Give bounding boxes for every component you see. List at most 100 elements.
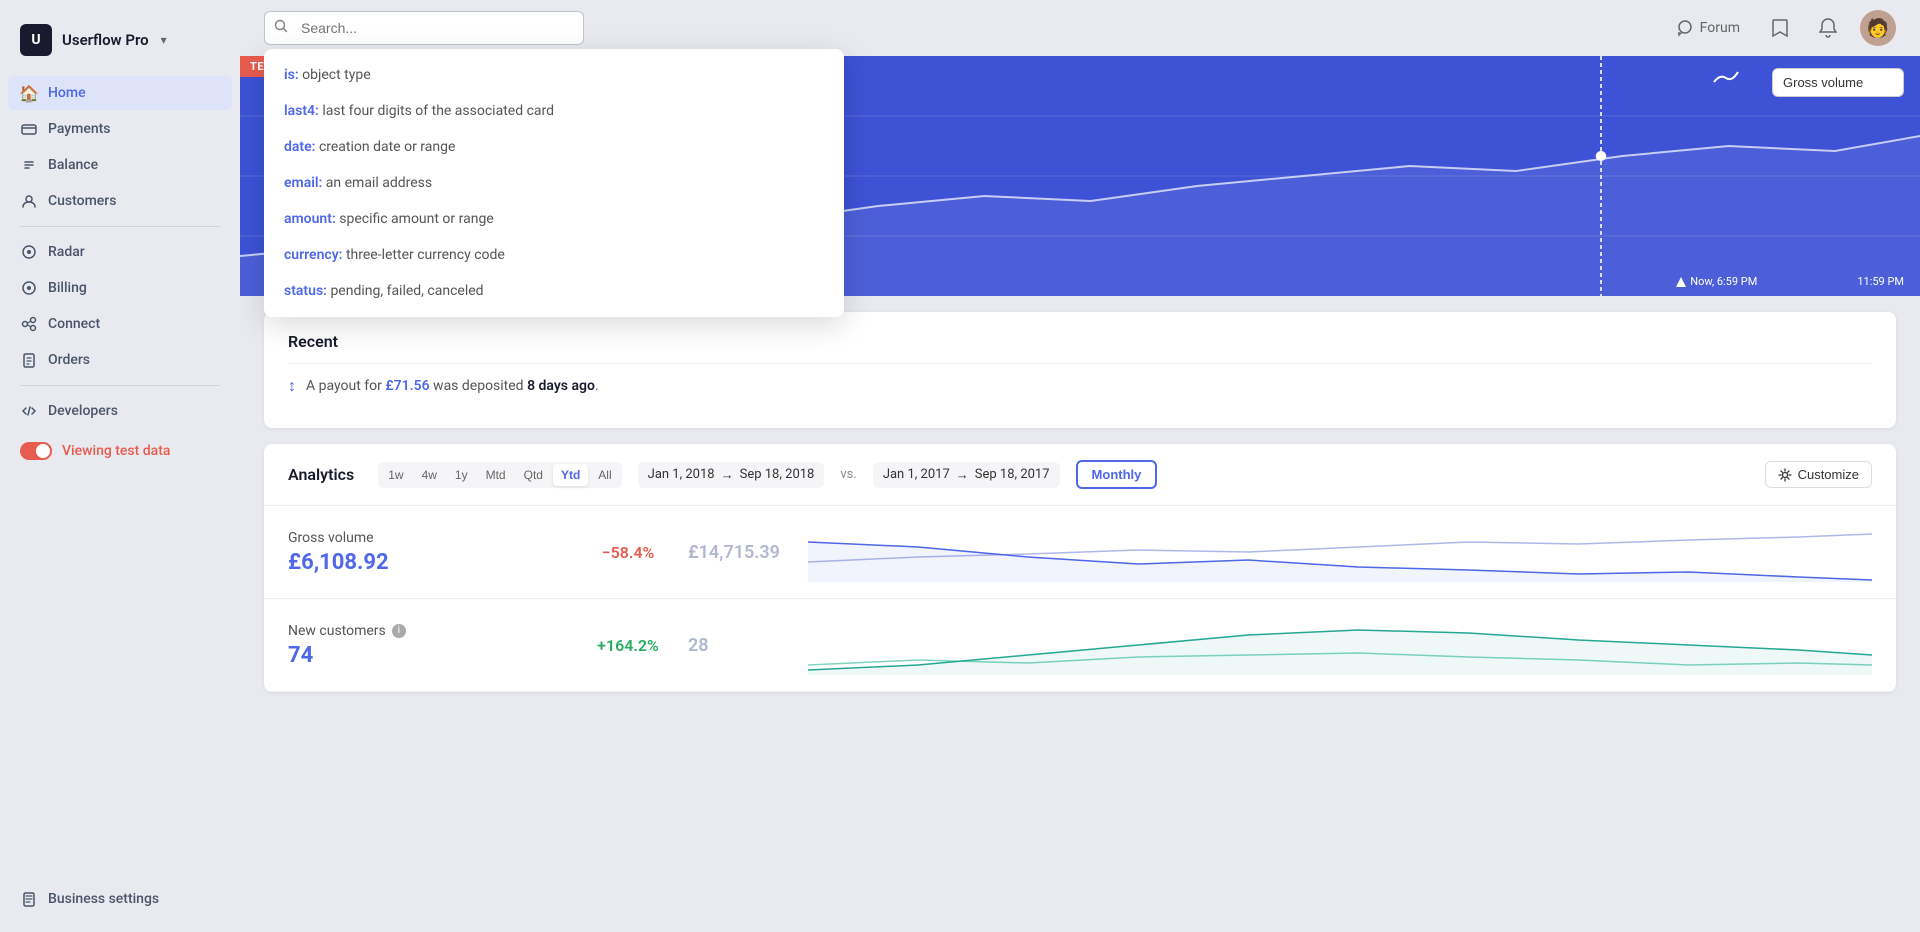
recent-item: ↕ A payout for £71.56 was deposited 8 da… — [288, 363, 1872, 408]
viewing-test-label: Viewing test data — [62, 443, 170, 459]
payout-amount[interactable]: £71.56 — [385, 378, 429, 394]
sidebar-item-label: Home — [48, 85, 86, 101]
gross-volume-select[interactable]: Gross volume Net volume New customers — [1772, 68, 1904, 97]
dropdown-item-date[interactable]: date: creation date or range — [264, 129, 844, 165]
dropdown-item-is[interactable]: is: object type — [264, 57, 844, 93]
forum-icon — [1676, 19, 1694, 37]
main-content: is: object type last4: last four digits … — [240, 0, 1920, 932]
metric-value-gross: £6,108.92 — [288, 550, 568, 575]
forum-button[interactable]: Forum — [1668, 15, 1748, 41]
sidebar-item-radar[interactable]: Radar — [8, 235, 232, 269]
metric-info-customers: New customers i 74 — [288, 623, 568, 668]
end-time-label: 11:59 PM — [1857, 275, 1904, 288]
tab-1y[interactable]: 1y — [447, 464, 476, 486]
nav-divider-1 — [20, 226, 220, 227]
forum-label: Forum — [1700, 20, 1740, 36]
metric-change-customers: +164.2% — [568, 636, 688, 655]
sidebar-item-label: Developers — [48, 403, 118, 419]
sidebar: U Userflow Pro ▾ 🏠 Home Payments Balance… — [0, 0, 240, 932]
customize-button[interactable]: Customize — [1765, 461, 1872, 488]
sidebar-item-billing[interactable]: Billing — [8, 271, 232, 305]
sidebar-item-label: Business settings — [48, 891, 159, 907]
sidebar-item-home[interactable]: 🏠 Home — [8, 76, 232, 110]
sidebar-item-balance[interactable]: Balance — [8, 148, 232, 182]
sidebar-item-connect[interactable]: Connect — [8, 307, 232, 341]
dropdown-item-last4[interactable]: last4: last four digits of the associate… — [264, 93, 844, 129]
arrow-icon: → — [956, 467, 969, 483]
test-data-toggle[interactable] — [20, 442, 52, 460]
recent-section: Recent ↕ A payout for £71.56 was deposit… — [264, 312, 1896, 428]
info-icon[interactable]: i — [392, 624, 406, 638]
tab-ytd[interactable]: Ytd — [553, 464, 588, 486]
date-to: Sep 18, 2018 — [740, 467, 815, 482]
metric-comparison-gross: £14,715.39 — [688, 542, 808, 563]
payout-icon: ↕ — [288, 376, 296, 396]
avatar[interactable]: 🧑 — [1860, 10, 1896, 46]
home-icon: 🏠 — [20, 84, 38, 102]
metric-name-gross: Gross volume — [288, 530, 568, 546]
period-tabs: 1w 4w 1y Mtd Qtd Ytd All — [378, 462, 621, 488]
customers-icon — [20, 192, 38, 210]
sidebar-logo[interactable]: U Userflow Pro ▾ — [0, 16, 240, 76]
sidebar-item-label: Radar — [48, 244, 85, 260]
metric-row-gross-volume: Gross volume £6,108.92 −58.4% £14,715.39 — [264, 506, 1896, 599]
sidebar-item-label: Billing — [48, 280, 87, 296]
bookmark-icon[interactable] — [1764, 12, 1796, 44]
gear-icon — [1778, 468, 1792, 482]
dropdown-item-currency[interactable]: currency: three-letter currency code — [264, 237, 844, 273]
billing-icon — [20, 279, 38, 297]
customize-label: Customize — [1798, 467, 1859, 482]
logo-icon: U — [20, 24, 52, 56]
sidebar-item-developers[interactable]: Developers — [8, 394, 232, 428]
sidebar-item-label: Payments — [48, 121, 111, 137]
dropdown-item-email[interactable]: email: an email address — [264, 165, 844, 201]
sidebar-item-business-settings[interactable]: Business settings — [8, 882, 232, 916]
current-time-marker: Now, 6:59 PM — [1676, 275, 1757, 288]
topbar-right: Forum 🧑 — [1668, 10, 1896, 46]
radar-icon — [20, 243, 38, 261]
tab-4w[interactable]: 4w — [414, 464, 445, 486]
orders-icon — [20, 351, 38, 369]
sidebar-nav-secondary: Radar Billing Connect Orders — [0, 235, 240, 377]
developers-icon — [20, 402, 38, 420]
date-range-current[interactable]: Jan 1, 2018 → Sep 18, 2018 — [638, 462, 825, 488]
search-input[interactable] — [264, 11, 584, 45]
date-range-compare[interactable]: Jan 1, 2017 → Sep 18, 2017 — [873, 462, 1060, 488]
metric-info-gross: Gross volume £6,108.92 — [288, 530, 568, 575]
sidebar-item-label: Balance — [48, 157, 98, 173]
metric-change-gross: −58.4% — [568, 543, 688, 562]
arrow-icon: → — [721, 467, 734, 483]
metric-row-new-customers: New customers i 74 +164.2% 28 — [264, 599, 1896, 692]
tab-qtd[interactable]: Qtd — [516, 464, 551, 486]
sidebar-item-orders[interactable]: Orders — [8, 343, 232, 377]
tab-all[interactable]: All — [590, 464, 619, 486]
monthly-button[interactable]: Monthly — [1076, 460, 1158, 489]
payout-time: 8 days ago — [527, 378, 595, 394]
current-time-label: Now, 6:59 PM — [1690, 275, 1757, 288]
compare-from: Jan 1, 2017 — [883, 467, 950, 482]
sidebar-nav-primary: 🏠 Home Payments Balance Customers — [0, 76, 240, 218]
search-dropdown: is: object type last4: last four digits … — [264, 49, 844, 317]
vs-label: vs. — [840, 467, 856, 482]
topbar: is: object type last4: last four digits … — [240, 0, 1920, 56]
analytics-header: Analytics 1w 4w 1y Mtd Qtd Ytd All Jan 1… — [264, 444, 1896, 506]
tab-1w[interactable]: 1w — [380, 464, 411, 486]
logo-text: Userflow Pro — [62, 31, 149, 49]
sidebar-item-viewing-test[interactable]: Viewing test data — [8, 434, 232, 468]
metric-name-customers: New customers i — [288, 623, 568, 639]
chart-line-toggle[interactable] — [1712, 68, 1740, 92]
sidebar-item-label: Customers — [48, 193, 116, 209]
bell-icon[interactable] — [1812, 12, 1844, 44]
sidebar-item-label: Connect — [48, 316, 100, 332]
date-from: Jan 1, 2018 — [648, 467, 715, 482]
sidebar-item-customers[interactable]: Customers — [8, 184, 232, 218]
sidebar-nav-bottom: Business settings — [0, 882, 240, 916]
metric-sparkline-customers — [808, 615, 1872, 675]
recent-title: Recent — [288, 332, 1872, 351]
sidebar-item-payments[interactable]: Payments — [8, 112, 232, 146]
metric-comparison-customers: 28 — [688, 635, 808, 656]
dropdown-item-amount[interactable]: amount: specific amount or range — [264, 201, 844, 237]
analytics-title: Analytics — [288, 465, 354, 484]
dropdown-item-status[interactable]: status: pending, failed, canceled — [264, 273, 844, 309]
tab-mtd[interactable]: Mtd — [478, 464, 514, 486]
